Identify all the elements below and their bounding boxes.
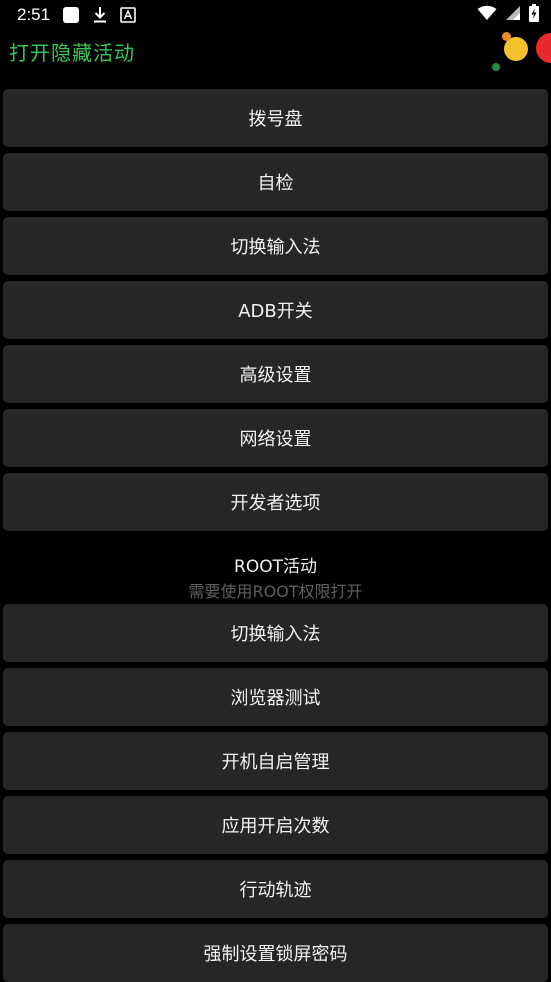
status-bar: 2:51 <box>0 0 551 29</box>
adb-switch-button[interactable]: ADB开关 <box>3 281 548 339</box>
force-lock-password-button[interactable]: 强制设置锁屏密码 <box>3 924 548 982</box>
network-settings-button[interactable]: 网络设置 <box>3 409 548 467</box>
dialer-button[interactable]: 拨号盘 <box>3 89 548 147</box>
movement-track-button[interactable]: 行动轨迹 <box>3 860 548 918</box>
button-label: 行动轨迹 <box>239 880 312 901</box>
button-label: 应用开启次数 <box>221 816 330 837</box>
button-label: 开机自启管理 <box>221 752 330 773</box>
root-switch-input-method-button[interactable]: 切换输入法 <box>3 604 548 662</box>
boot-autostart-management-button[interactable]: 开机自启管理 <box>3 732 548 790</box>
button-label: 切换输入法 <box>230 237 321 258</box>
wifi-icon <box>477 5 497 25</box>
decorative-dot-green <box>492 63 500 71</box>
button-label: 拨号盘 <box>248 109 303 130</box>
button-label: 浏览器测试 <box>230 688 321 709</box>
decorative-dot-orange <box>502 32 511 41</box>
root-section-subtitle: 需要使用ROOT权限打开 <box>188 582 363 601</box>
button-label: 强制设置锁屏密码 <box>203 944 348 965</box>
self-test-button[interactable]: 自检 <box>3 153 548 211</box>
button-label: 自检 <box>257 173 294 194</box>
app-launch-count-button[interactable]: 应用开启次数 <box>3 796 548 854</box>
browser-test-button[interactable]: 浏览器测试 <box>3 668 548 726</box>
root-section-header: ROOT活动 需要使用ROOT权限打开 <box>0 552 551 602</box>
battery-charging-icon <box>529 3 539 26</box>
advanced-settings-button[interactable]: 高级设置 <box>3 345 548 403</box>
switch-input-method-button[interactable]: 切换输入法 <box>3 217 548 275</box>
status-time: 2:51 <box>17 4 51 24</box>
root-section-title: ROOT活动 <box>234 557 317 577</box>
button-label: 切换输入法 <box>230 624 321 645</box>
app-square-icon <box>62 6 80 24</box>
button-label: 高级设置 <box>239 365 312 386</box>
download-icon <box>92 6 108 24</box>
page-title: 打开隐藏活动 <box>9 41 135 65</box>
signal-icon <box>505 5 521 25</box>
button-label: ADB开关 <box>238 301 313 322</box>
button-label: 开发者选项 <box>230 493 321 514</box>
decorative-dot-red <box>536 33 551 63</box>
a-badge-icon <box>120 6 136 23</box>
developer-options-button[interactable]: 开发者选项 <box>3 473 548 531</box>
button-label: 网络设置 <box>239 429 312 450</box>
app-bar: 打开隐藏活动 <box>0 29 551 79</box>
